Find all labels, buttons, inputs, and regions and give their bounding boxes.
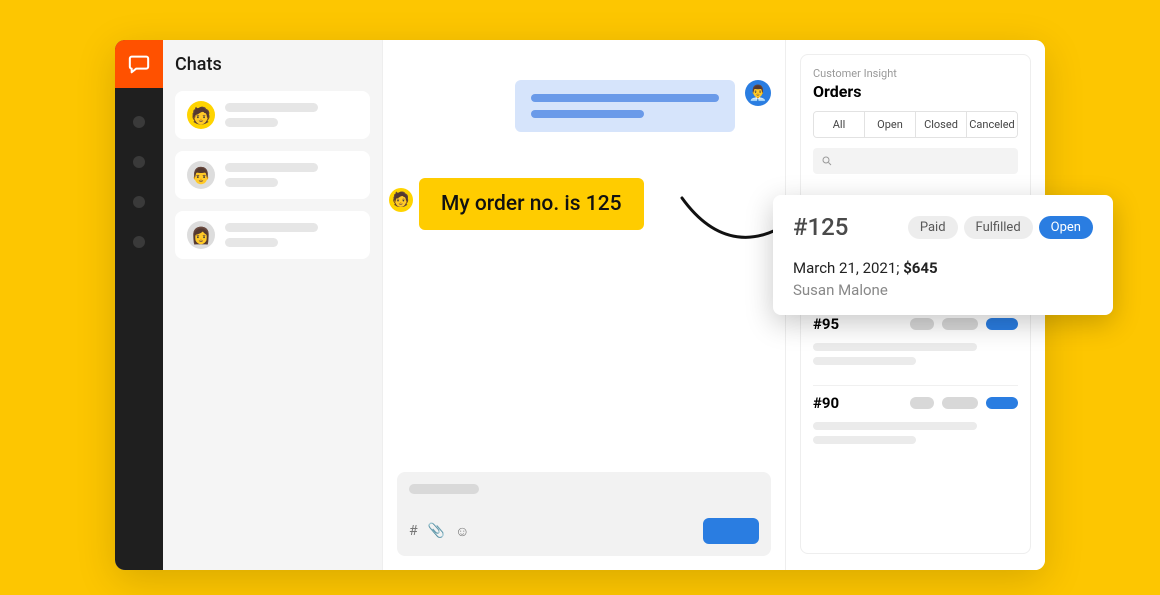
nav-item[interactable] [133, 236, 145, 248]
badge-paid: Paid [908, 216, 958, 239]
order-id: #90 [813, 394, 839, 412]
nav-item[interactable] [133, 116, 145, 128]
placeholder-line [813, 343, 977, 351]
status-pill [910, 318, 934, 330]
chat-list-item[interactable]: 👩 [175, 211, 370, 259]
placeholder-line [225, 238, 278, 247]
placeholder-line [813, 422, 977, 430]
placeholder-line [813, 357, 916, 365]
tab-canceled[interactable]: Canceled [967, 112, 1017, 137]
placeholder-line [225, 118, 278, 127]
conversation-scroll: 👨‍💼 🧑 My order no. is 125 [383, 40, 785, 472]
order-search-input[interactable] [813, 148, 1018, 174]
avatar: 👩 [187, 221, 215, 249]
chat-list-item[interactable]: 👨 [175, 151, 370, 199]
tab-closed[interactable]: Closed [916, 112, 967, 137]
chat-list-item[interactable]: 🧑 [175, 91, 370, 139]
order-filter-tabs: All Open Closed Canceled [813, 111, 1018, 138]
avatar: 👨 [187, 161, 215, 189]
panel-title: Orders [813, 82, 1018, 101]
badge-fulfilled: Fulfilled [964, 216, 1033, 239]
order-detail-card[interactable]: #125 Paid Fulfilled Open March 21, 2021;… [773, 195, 1113, 315]
order-list-item[interactable]: #90 [813, 385, 1018, 464]
nav-item[interactable] [133, 156, 145, 168]
placeholder-line [225, 178, 278, 187]
order-date-amount: March 21, 2021; $645 [793, 259, 1093, 277]
status-pill [910, 397, 934, 409]
avatar: 🧑 [187, 101, 215, 129]
order-list-item[interactable]: #95 [813, 306, 1018, 385]
order-customer-name: Susan Malone [793, 281, 1093, 299]
emoji-icon[interactable]: ☺ [455, 523, 469, 540]
chat-bubble-icon [128, 53, 150, 75]
placeholder-line [225, 163, 318, 172]
tab-open[interactable]: Open [865, 112, 916, 137]
panel-subtitle: Customer Insight [813, 67, 1018, 80]
agent-message [515, 80, 735, 132]
chats-sidebar: Chats 🧑 👨 👩 [163, 40, 383, 570]
send-button[interactable] [703, 518, 759, 544]
message-composer[interactable]: # 📎 ☺ [397, 472, 771, 556]
placeholder-line [225, 223, 318, 232]
attachment-icon[interactable]: 📎 [428, 523, 445, 540]
composer-placeholder [409, 484, 479, 494]
tab-all[interactable]: All [814, 112, 865, 137]
agent-avatar: 👨‍💼 [745, 80, 771, 106]
status-pill [942, 318, 978, 330]
placeholder-line [225, 103, 318, 112]
status-pill [986, 397, 1018, 409]
search-icon [821, 155, 833, 167]
hash-icon[interactable]: # [409, 523, 418, 540]
app-logo[interactable] [115, 40, 163, 88]
conversation-column: 👨‍💼 🧑 My order no. is 125 # 📎 ☺ [383, 40, 785, 570]
nav-item[interactable] [133, 196, 145, 208]
order-id: #125 [793, 213, 848, 241]
status-pill [942, 397, 978, 409]
badge-open: Open [1039, 216, 1093, 239]
nav-rail [115, 40, 163, 570]
placeholder-line [813, 436, 916, 444]
placeholder-line [531, 94, 719, 102]
placeholder-line [531, 110, 644, 118]
status-pill [986, 318, 1018, 330]
order-id: #95 [813, 315, 839, 333]
customer-message: My order no. is 125 [419, 178, 644, 230]
chats-title: Chats [175, 54, 370, 75]
customer-avatar: 🧑 [389, 188, 413, 212]
